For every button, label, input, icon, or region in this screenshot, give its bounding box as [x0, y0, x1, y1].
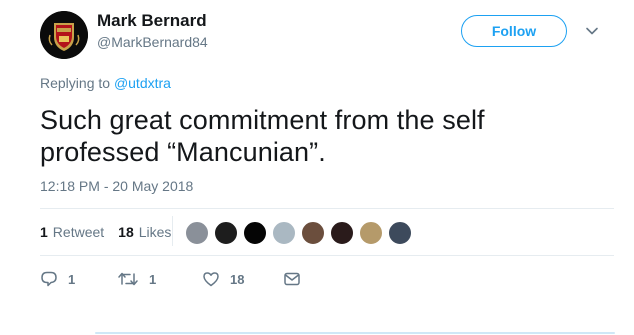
divider — [40, 208, 614, 209]
retweet-action[interactable]: 1 — [117, 270, 156, 288]
tweet-text: Such great commitment from the self prof… — [40, 104, 600, 168]
user-handle[interactable]: @MarkBernard84 — [97, 34, 208, 50]
tweet-text-line: Such great commitment from the self — [40, 105, 485, 135]
likes-stat[interactable]: 18 Likes — [118, 224, 171, 240]
divider — [40, 255, 614, 256]
liker-avatar-2[interactable] — [214, 221, 238, 245]
envelope-icon — [284, 272, 300, 286]
reply-box-edge — [95, 332, 615, 334]
replying-target-link[interactable]: @utdxtra — [114, 75, 171, 91]
replying-prefix: Replying to — [40, 75, 111, 91]
follow-button[interactable]: Follow — [461, 15, 567, 47]
direct-message-action[interactable] — [283, 270, 301, 288]
replying-to: Replying to @utdxtra — [40, 75, 171, 91]
club-crest-icon — [40, 11, 88, 59]
like-count: 18 — [230, 271, 245, 287]
tweet-stats: 1 Retweet 18 Likes — [40, 224, 185, 240]
retweet-icon — [118, 272, 138, 286]
likes-stat-label: Likes — [138, 224, 172, 240]
tweet-actions: 1 1 18 — [40, 270, 340, 290]
tweet-text-line: professed “Mancunian”. — [40, 137, 326, 167]
chevron-down-icon — [586, 27, 598, 35]
stats-separator — [172, 216, 173, 246]
liker-avatar-4[interactable] — [272, 221, 296, 245]
user-avatar[interactable] — [40, 11, 88, 59]
tweet-timestamp[interactable]: 12:18 PM - 20 May 2018 — [40, 178, 193, 194]
liker-avatar-5[interactable] — [301, 221, 325, 245]
like-action[interactable]: 18 — [202, 270, 244, 288]
heart-icon — [203, 272, 219, 287]
retweet-stat[interactable]: 1 Retweet — [40, 224, 104, 240]
liker-avatar-7[interactable] — [359, 221, 383, 245]
retweet-stat-count: 1 — [40, 224, 48, 240]
reply-action[interactable]: 1 — [40, 270, 75, 288]
likes-stat-count: 18 — [118, 224, 134, 240]
retweet-count: 1 — [149, 271, 157, 287]
reply-icon — [41, 271, 57, 287]
reply-count: 1 — [68, 271, 76, 287]
liker-avatars — [185, 221, 417, 245]
more-options-caret[interactable] — [585, 24, 599, 38]
liker-avatar-3[interactable] — [243, 221, 267, 245]
user-display-name[interactable]: Mark Bernard — [97, 11, 207, 31]
liker-avatar-8[interactable] — [388, 221, 412, 245]
liker-avatar-6[interactable] — [330, 221, 354, 245]
retweet-stat-label: Retweet — [52, 224, 105, 240]
liker-avatar-1[interactable] — [185, 221, 209, 245]
